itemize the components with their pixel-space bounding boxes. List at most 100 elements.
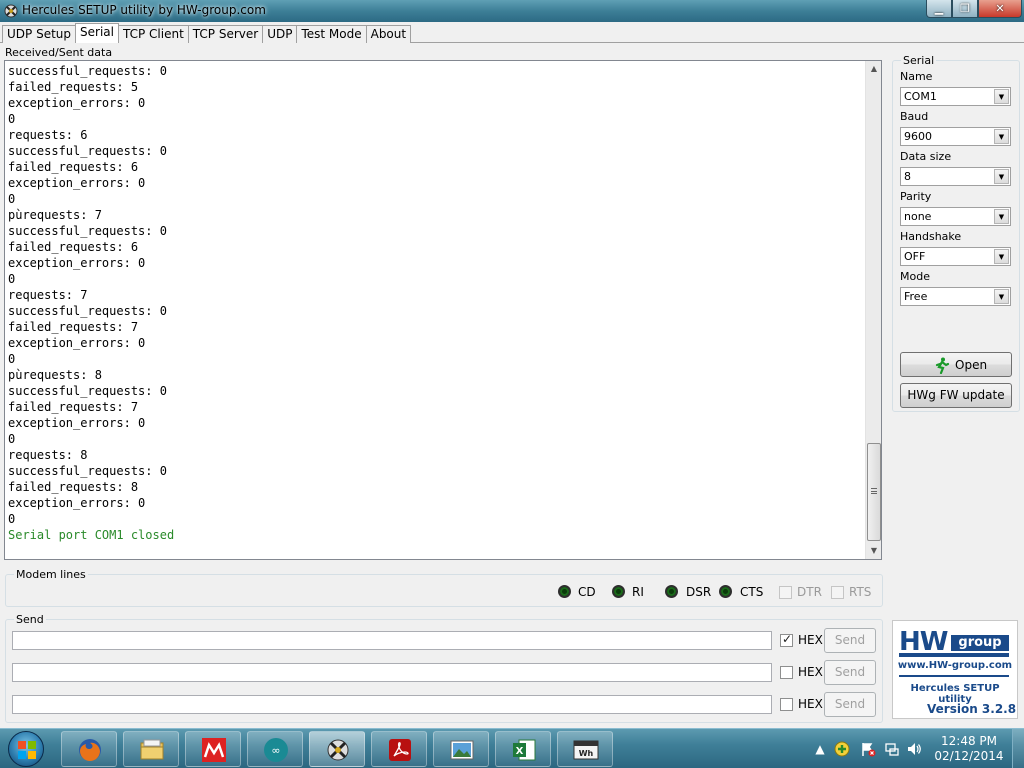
- start-button[interactable]: [4, 731, 48, 767]
- hex-label-3: HEX: [798, 697, 823, 711]
- dsr-led-icon: [665, 585, 678, 598]
- baud-select[interactable]: 9600 ▼: [900, 127, 1011, 146]
- received-line: exception_errors: 0: [8, 496, 146, 510]
- dtr-checkbox[interactable]: [779, 586, 792, 599]
- maximize-button[interactable]: ❐: [952, 0, 978, 18]
- ri-label: RI: [632, 585, 644, 599]
- add-device-icon[interactable]: [834, 741, 850, 757]
- received-line: failed_requests: 8: [8, 480, 139, 494]
- port-status-line: Serial port COM1 closed: [8, 528, 175, 542]
- send-input-3[interactable]: [12, 695, 772, 714]
- hex-checkbox-3[interactable]: [780, 698, 793, 711]
- chevron-down-icon[interactable]: ▼: [994, 249, 1009, 264]
- tab-serial[interactable]: Serial: [75, 23, 119, 43]
- firefox-icon: [79, 739, 101, 761]
- parity-select[interactable]: none ▼: [900, 207, 1011, 226]
- tab-udp[interactable]: UDP: [262, 25, 298, 43]
- taskbar-file-explorer[interactable]: [123, 731, 179, 767]
- taskbar-clock[interactable]: 12:48 PM 02/12/2014: [934, 734, 1004, 764]
- handshake-select[interactable]: OFF ▼: [900, 247, 1011, 266]
- received-line: 0: [8, 112, 16, 126]
- logo-website: www.HW-group.com: [897, 660, 1013, 671]
- clock-date: 02/12/2014: [934, 749, 1004, 763]
- scroll-up-icon[interactable]: ▲: [866, 61, 881, 77]
- mode-label: Mode: [900, 270, 930, 283]
- volume-icon[interactable]: [906, 741, 922, 757]
- logo-rule: [899, 675, 1009, 677]
- received-line: requests: 6: [8, 128, 88, 142]
- received-line: exception_errors: 0: [8, 176, 146, 190]
- chevron-down-icon[interactable]: ▼: [994, 209, 1009, 224]
- rts-checkbox[interactable]: [831, 586, 844, 599]
- taskbar-pdf-reader[interactable]: [371, 731, 427, 767]
- serial-legend: Serial: [901, 54, 937, 67]
- hwg-fw-update-button[interactable]: HWg FW update: [900, 383, 1012, 408]
- start-orb: [8, 731, 44, 767]
- scroll-down-icon[interactable]: ▼: [866, 543, 881, 559]
- data-size-select[interactable]: 8 ▼: [900, 167, 1011, 186]
- send-button-2[interactable]: Send: [824, 660, 876, 685]
- title-bar[interactable]: Hercules SETUP utility by HW-group.com ▁…: [0, 0, 1024, 22]
- taskbar-arduino[interactable]: ∞: [247, 731, 303, 767]
- tab-test-mode[interactable]: Test Mode: [296, 25, 367, 43]
- excel-icon: X: [513, 739, 536, 761]
- taskbar-firefox[interactable]: [61, 731, 117, 767]
- received-data-textarea[interactable]: successful_requests: 0 failed_requests: 5…: [4, 60, 882, 560]
- mplab-ide-icon: [202, 738, 226, 762]
- taskbar-wintech[interactable]: Wh: [557, 731, 613, 767]
- hex-label-1: HEX: [798, 633, 823, 647]
- send-input-2[interactable]: [12, 663, 772, 682]
- data-size-value: 8: [904, 170, 911, 183]
- open-button[interactable]: Open: [900, 352, 1012, 377]
- minimize-button[interactable]: ▁: [926, 0, 952, 18]
- send-button-1[interactable]: Send: [824, 628, 876, 653]
- show-hidden-icons-icon[interactable]: ▲: [812, 741, 828, 757]
- chevron-down-icon[interactable]: ▼: [994, 89, 1009, 104]
- close-icon: ✕: [995, 2, 1005, 15]
- scrollbar-thumb[interactable]: [867, 443, 881, 541]
- received-line: exception_errors: 0: [8, 336, 146, 350]
- hex-checkbox-2[interactable]: [780, 666, 793, 679]
- received-line: pùrequests: 7: [8, 208, 102, 222]
- svg-text:X: X: [516, 746, 524, 757]
- tab-about[interactable]: About: [365, 25, 412, 43]
- received-line: successful_requests: 0: [8, 384, 167, 398]
- mode-select[interactable]: Free ▼: [900, 287, 1011, 306]
- send-button-3[interactable]: Send: [824, 692, 876, 717]
- file-explorer-icon: [140, 739, 164, 760]
- modem-lines-legend: Modem lines: [14, 568, 88, 581]
- close-button[interactable]: ✕: [978, 0, 1022, 18]
- taskbar-hercules[interactable]: [309, 731, 365, 767]
- received-line: exception_errors: 0: [8, 96, 146, 110]
- tab-tcp-server[interactable]: TCP Server: [187, 25, 264, 43]
- received-line: successful_requests: 0: [8, 144, 167, 158]
- action-center-flag-icon[interactable]: [860, 741, 876, 757]
- handshake-value: OFF: [904, 250, 926, 263]
- running-man-icon: [935, 357, 950, 374]
- hw-group-logo[interactable]: HW group www.HW-group.com Hercules SETUP…: [892, 620, 1018, 719]
- mode-value: Free: [904, 290, 928, 303]
- taskbar-image-viewer[interactable]: [433, 731, 489, 767]
- tab-tcp-client[interactable]: TCP Client: [117, 25, 189, 43]
- hex-checkbox-1[interactable]: [780, 632, 793, 647]
- network-icon[interactable]: [884, 741, 900, 757]
- received-scrollbar[interactable]: ▲ ▼: [865, 61, 881, 559]
- send-input-1[interactable]: [12, 631, 772, 650]
- taskbar-mplab-ide[interactable]: [185, 731, 241, 767]
- name-select[interactable]: COM1 ▼: [900, 87, 1011, 106]
- baud-value: 9600: [904, 130, 932, 143]
- show-desktop-button[interactable]: [1012, 729, 1024, 768]
- svg-text:∞: ∞: [271, 744, 280, 757]
- name-value: COM1: [904, 90, 937, 103]
- chevron-down-icon[interactable]: ▼: [994, 169, 1009, 184]
- received-line: successful_requests: 0: [8, 64, 167, 78]
- tab-udp-setup[interactable]: UDP Setup: [2, 25, 77, 43]
- received-line: 0: [8, 432, 16, 446]
- cd-label: CD: [578, 585, 596, 599]
- received-line: successful_requests: 0: [8, 304, 167, 318]
- received-sent-label: Received/Sent data: [5, 46, 113, 59]
- cts-label: CTS: [740, 585, 764, 599]
- chevron-down-icon[interactable]: ▼: [994, 289, 1009, 304]
- chevron-down-icon[interactable]: ▼: [994, 129, 1009, 144]
- taskbar-excel[interactable]: X: [495, 731, 551, 767]
